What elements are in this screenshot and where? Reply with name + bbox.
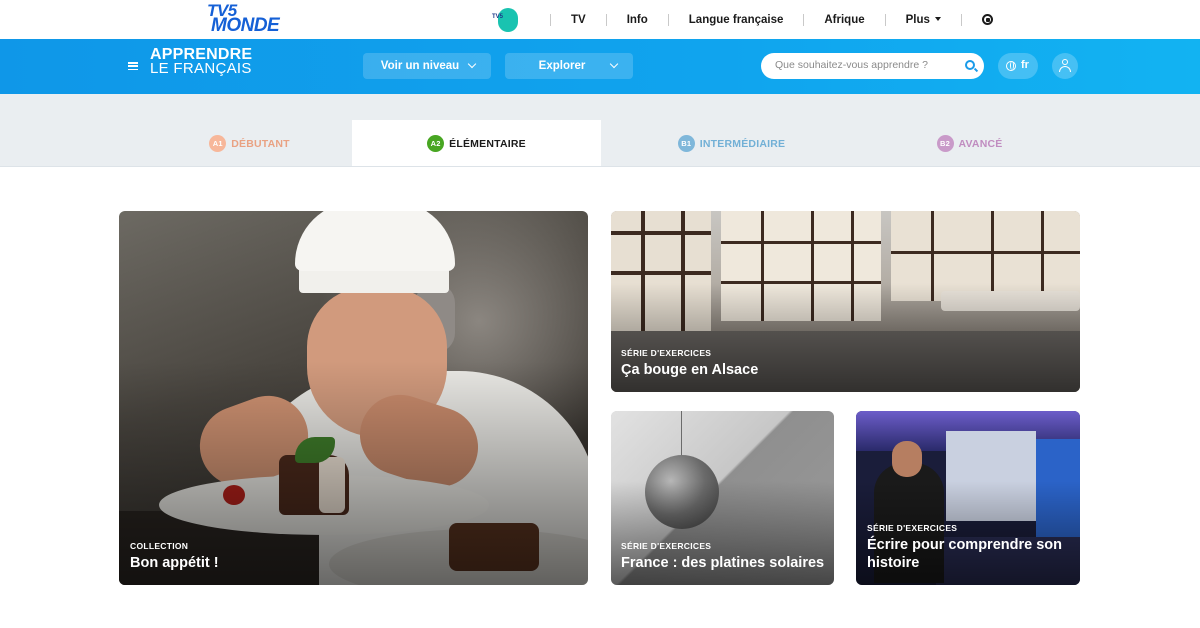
explore-dropdown-button[interactable]: Explorer [505, 53, 633, 79]
tab-b1-intermediaire[interactable]: B1 INTERMÉDIAIRE [607, 120, 856, 167]
card-kicker: SÉRIE D'EXERCICES [867, 523, 958, 533]
top-bar: TV5 MONDE TV5 TV Info Langue française A… [0, 0, 1200, 39]
tab-label: ÉLÉMENTAIRE [449, 137, 526, 150]
tv5-channel-icon-text: TV5 [492, 13, 504, 20]
card-title: Bon appétit ! [130, 555, 219, 571]
level-badge-b2: B2 [936, 135, 954, 152]
card-ecrire-pour-comprendre[interactable]: SÉRIE D'EXERCICES Écrire pour comprendre… [856, 411, 1080, 585]
nav-divider [667, 13, 669, 26]
globe-icon[interactable] [981, 14, 993, 25]
tab-label: INTERMÉDIAIRE [699, 137, 786, 150]
nav-divider [960, 13, 962, 26]
tab-b2-avance[interactable]: B2 AVANCÉ [845, 120, 1094, 167]
card-title: France : des platines solaires [621, 555, 825, 571]
header-band: APPRENDRE LE FRANÇAIS Voir un niveau Exp… [0, 39, 1200, 94]
brand-title[interactable]: APPRENDRE LE FRANÇAIS [150, 47, 252, 77]
nav-plus-label: Plus [905, 13, 930, 26]
brand-line-2: LE FRANÇAIS [150, 60, 252, 77]
nav-divider [550, 13, 551, 26]
level-badge-a2: A2 [427, 135, 445, 152]
card-title-line-2: histoire [867, 555, 920, 571]
card-title: Ça bouge en Alsace [621, 362, 759, 378]
explore-dropdown-label: Explorer [538, 60, 586, 72]
card-bon-appetit[interactable]: COLLECTION Bon appétit ! [119, 211, 588, 585]
card-title-line-1: Écrire pour comprendre son [867, 537, 1062, 553]
card-title: Écrire pour comprendre son histoire [867, 536, 1062, 572]
user-account-button[interactable] [1052, 53, 1078, 79]
language-button[interactable]: fr [998, 53, 1038, 79]
search-input[interactable] [775, 59, 955, 71]
card-france-platines-solaires[interactable]: SÉRIE D'EXERCICES France : des platines … [611, 411, 834, 585]
level-badge-a1: A1 [209, 135, 227, 152]
nav-divider [884, 13, 886, 26]
search-icon[interactable] [965, 60, 975, 70]
chevron-down-icon [467, 59, 477, 69]
tab-a2-elementaire[interactable]: A2 ÉLÉMENTAIRE [352, 120, 601, 167]
level-dropdown-label: Voir un niveau [380, 60, 460, 72]
level-badge-b1: B1 [677, 135, 695, 152]
tab-label: AVANCÉ [958, 137, 1003, 150]
tv5-channel-icon[interactable]: TV5 [492, 7, 518, 33]
tab-label: DÉBUTANT [231, 137, 290, 150]
chevron-down-icon [609, 59, 619, 69]
globe-icon [1006, 61, 1016, 71]
card-kicker: SÉRIE D'EXERCICES [621, 541, 712, 551]
language-label: fr [1021, 59, 1029, 71]
level-dropdown-button[interactable]: Voir un niveau [363, 53, 491, 79]
card-ca-bouge-en-alsace[interactable]: SÉRIE D'EXERCICES Ça bouge en Alsace [611, 211, 1080, 392]
nav-divider [605, 13, 607, 26]
nav-tv[interactable]: TV [571, 14, 586, 26]
tv5monde-logo[interactable]: TV5 MONDE [207, 2, 280, 36]
nav-afrique[interactable]: Afrique [824, 14, 864, 26]
level-tabs: A1 DÉBUTANT A2 ÉLÉMENTAIRE B1 INTERMÉDIA… [0, 94, 1200, 167]
caret-down-icon [934, 17, 941, 22]
user-icon [1062, 59, 1068, 65]
nav-info[interactable]: Info [627, 14, 648, 26]
nav-divider [803, 13, 805, 26]
card-kicker: COLLECTION [130, 541, 189, 551]
nav-plus[interactable]: Plus [906, 14, 941, 26]
tab-a1-debutant[interactable]: A1 DÉBUTANT [125, 120, 374, 167]
tabs-divider [0, 166, 1200, 167]
card-kicker: SÉRIE D'EXERCICES [621, 348, 712, 358]
top-nav: TV5 TV Info Langue française Afrique Plu… [492, 0, 993, 39]
logo-line-2: MONDE [211, 15, 280, 36]
menu-icon[interactable] [128, 62, 138, 71]
search-box [761, 53, 984, 79]
nav-langue-francaise[interactable]: Langue française [689, 14, 784, 26]
